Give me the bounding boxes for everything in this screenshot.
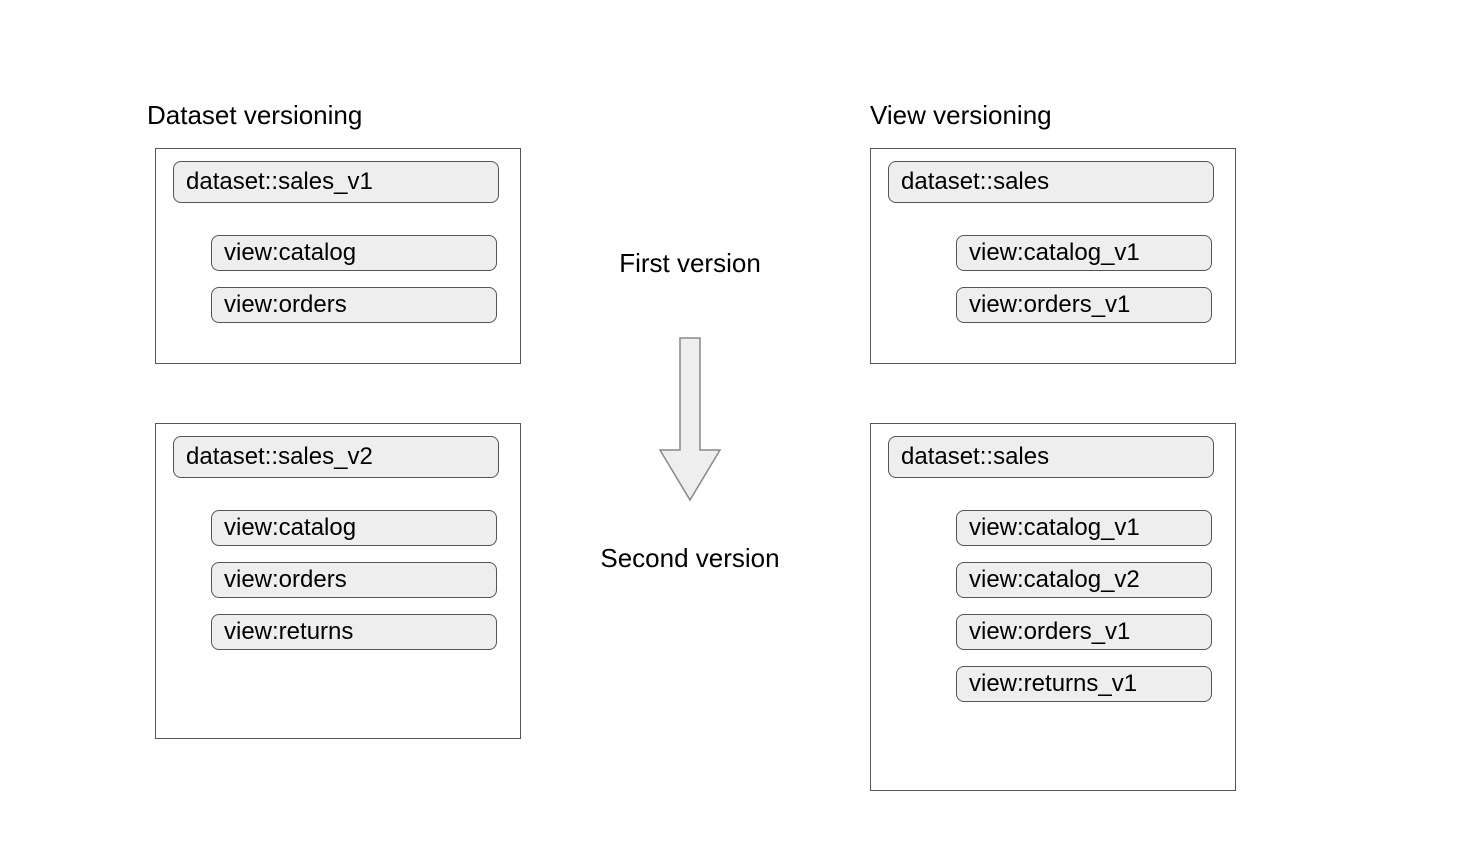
left-box-2: dataset::sales_v2 view:catalog view:orde… [155,423,521,739]
center-label-second: Second version [560,543,820,574]
view-chip: view:returns_v1 [956,666,1212,702]
right-column-title: View versioning [870,100,1052,131]
view-chip: view:returns [211,614,497,650]
diagram-canvas: Dataset versioning View versioning datas… [0,0,1464,844]
left-box-1: dataset::sales_v1 view:catalog view:orde… [155,148,521,364]
dataset-chip: dataset::sales_v1 [173,161,499,203]
view-chip: view:catalog_v1 [956,510,1212,546]
right-box-2: dataset::sales view:catalog_v1 view:cata… [870,423,1236,791]
view-chip: view:orders_v1 [956,287,1212,323]
dataset-chip: dataset::sales [888,436,1214,478]
view-chip: view:catalog_v2 [956,562,1212,598]
view-chip: view:catalog [211,510,497,546]
arrow-down-icon [640,330,740,510]
center-label-first: First version [560,248,820,279]
dataset-chip: dataset::sales_v2 [173,436,499,478]
view-chip: view:orders_v1 [956,614,1212,650]
view-chip: view:orders [211,562,497,598]
view-chip: view:catalog [211,235,497,271]
right-box-1: dataset::sales view:catalog_v1 view:orde… [870,148,1236,364]
dataset-chip: dataset::sales [888,161,1214,203]
view-chip: view:catalog_v1 [956,235,1212,271]
left-column-title: Dataset versioning [147,100,362,131]
view-chip: view:orders [211,287,497,323]
